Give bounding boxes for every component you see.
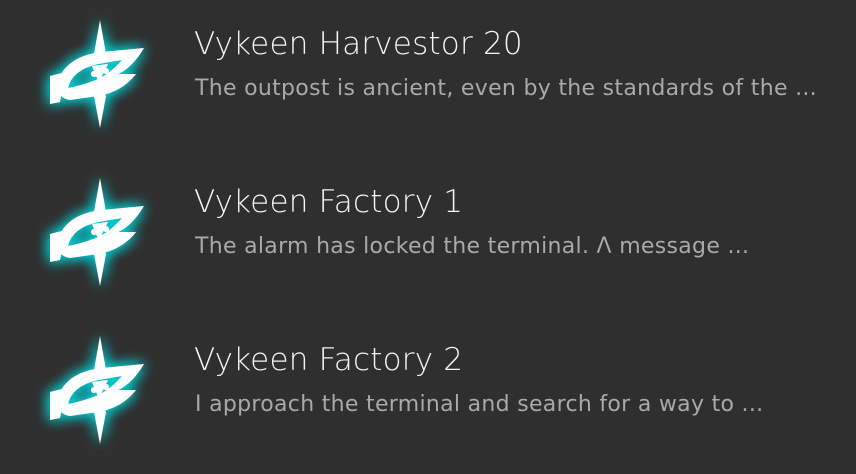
vykeen-eye-icon: [40, 14, 160, 134]
vykeen-eye-icon: [40, 172, 160, 292]
log-entry-vykeen-factory-2[interactable]: Vykeen Factory 2 I approach the terminal…: [0, 316, 856, 456]
entry-excerpt: The alarm has locked the terminal. Λ mes…: [195, 234, 750, 259]
entry-excerpt: I approach the terminal and search for a…: [195, 392, 764, 417]
entry-title: Vykeen Factory 1: [194, 184, 464, 220]
discovery-log-list: Vykeen Harvestor 20 The outpost is ancie…: [0, 0, 856, 474]
vykeen-eye-icon: [40, 330, 160, 450]
entry-excerpt: The outpost is ancient, even by the stan…: [195, 76, 817, 101]
log-entry-vykeen-factory-1[interactable]: Vykeen Factory 1 The alarm has locked th…: [0, 158, 856, 298]
entry-title: Vykeen Harvestor 20: [194, 26, 523, 62]
log-entry-vykeen-harvestor-20[interactable]: Vykeen Harvestor 20 The outpost is ancie…: [0, 0, 856, 140]
entry-title: Vykeen Factory 2: [194, 342, 464, 378]
